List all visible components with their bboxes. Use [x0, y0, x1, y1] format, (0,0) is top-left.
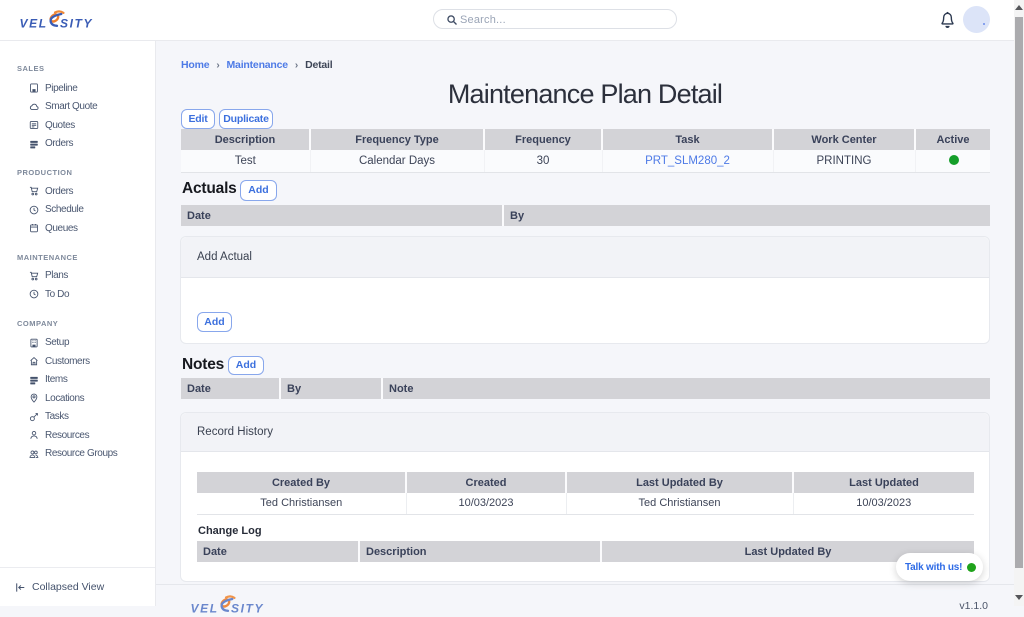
- svg-text:SITY: SITY: [60, 17, 93, 31]
- svg-text:SITY: SITY: [231, 602, 264, 616]
- svg-text:VEL: VEL: [20, 17, 48, 31]
- svg-text:VEL: VEL: [191, 602, 219, 616]
